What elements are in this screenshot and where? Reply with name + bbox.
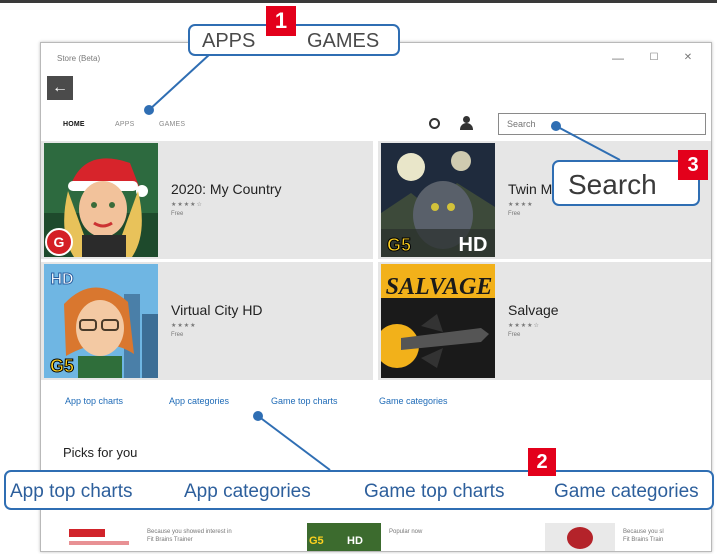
callout-link-game-categories: Game categories <box>554 481 699 502</box>
callout-category-links: App top charts App categories Game top c… <box>4 470 714 510</box>
callout-apps-label: APPS <box>202 30 256 52</box>
callout-number-3: 3 <box>678 150 708 180</box>
callout-link-app-top-charts: App top charts <box>10 481 133 502</box>
callout-number-1: 1 <box>266 6 296 36</box>
callout-number-2: 2 <box>528 448 556 476</box>
callout-search-label: Search <box>568 169 657 200</box>
callout-link-app-categories: App categories <box>184 481 311 502</box>
callout-games-label: GAMES <box>307 30 380 52</box>
callout-link-game-top-charts: Game top charts <box>364 481 505 502</box>
